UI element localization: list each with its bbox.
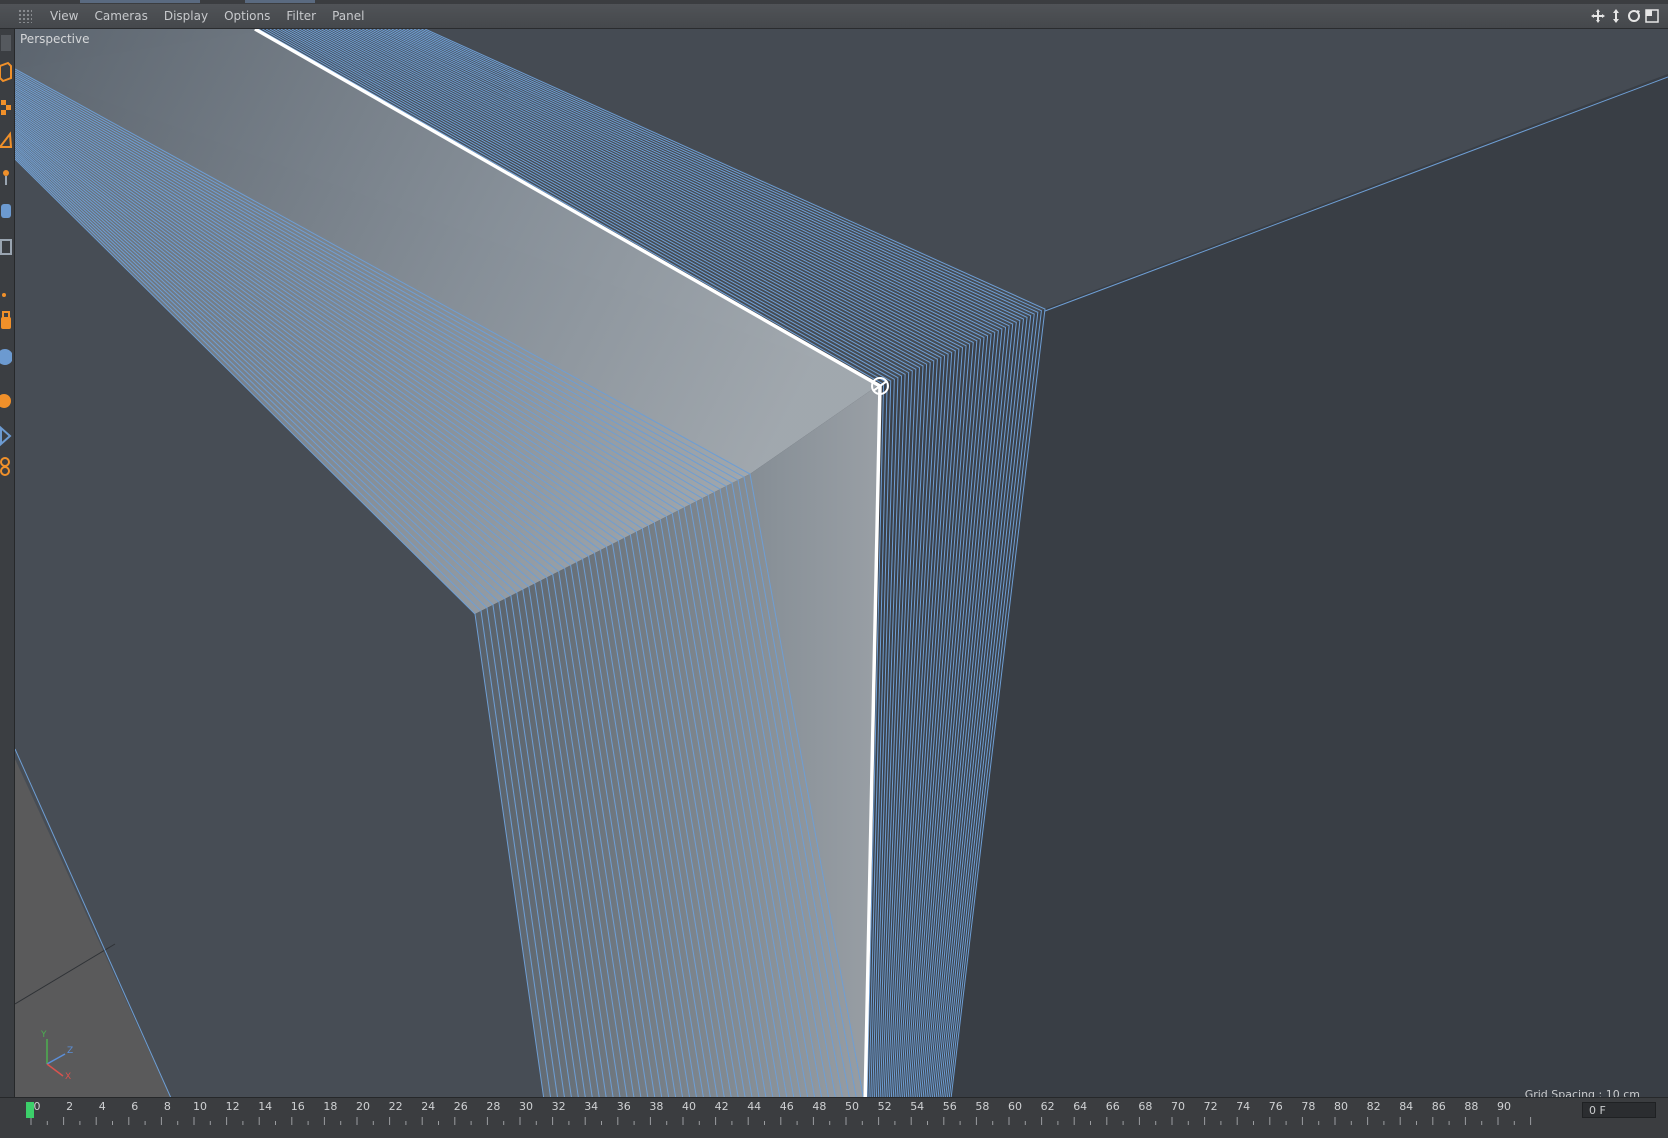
cylinder-icon[interactable] (0, 199, 12, 223)
light-icon[interactable] (0, 389, 12, 413)
spline-icon[interactable] (0, 454, 12, 478)
timeline-tick-label: 26 (453, 1100, 468, 1113)
timeline-tick-label: 42 (714, 1100, 729, 1113)
timeline-tick-label: 60 (1008, 1100, 1022, 1113)
menu-panel[interactable]: Panel (324, 9, 372, 23)
point-icon[interactable] (0, 165, 12, 189)
timeline-tick-label: 14 (258, 1100, 273, 1113)
timeline-tick-label: 2 (66, 1100, 74, 1113)
checker-icon[interactable] (0, 95, 12, 119)
timeline[interactable]: 0 2 4 6 8 10 12 14 16 18 20 22 24 26 28 30 32 34 36 38 40 42 4… (0, 1097, 1668, 1138)
timeline-tick-label: 62 (1040, 1100, 1055, 1113)
timeline-tick-label: 54 (910, 1100, 925, 1113)
timeline-tick-label: 72 (1203, 1100, 1218, 1113)
current-frame-field[interactable]: 0 F (1582, 1102, 1656, 1118)
timeline-tick-label: 34 (584, 1100, 599, 1113)
view-navigation-icons (1590, 8, 1660, 24)
timeline-tick-label: 44 (747, 1100, 762, 1113)
timeline-tick-label: 30 (519, 1100, 533, 1113)
menu-view[interactable]: View (42, 9, 86, 23)
viewport-menubar: View Cameras Display Options Filter Pane… (0, 4, 1668, 29)
timeline-tick-label: 64 (1073, 1100, 1088, 1113)
menu-filter[interactable]: Filter (278, 9, 324, 23)
top-tab[interactable] (245, 0, 315, 3)
camera-icon[interactable] (0, 424, 12, 448)
timeline-ruler[interactable] (0, 1098, 1668, 1138)
timeline-tick-label: 80 (1334, 1100, 1348, 1113)
panel-grip-icon[interactable] (18, 9, 32, 23)
box-icon[interactable] (0, 235, 12, 259)
timeline-tick-label: 52 (877, 1100, 892, 1113)
timeline-tick-label: 82 (1366, 1100, 1381, 1113)
timeline-tick-label: 50 (845, 1100, 859, 1113)
camera-label[interactable]: Perspective (20, 32, 90, 46)
timeline-tick-label: 68 (1138, 1100, 1153, 1113)
timeline-tick-label: 10 (193, 1100, 207, 1113)
timeline-tick-label: 66 (1105, 1100, 1120, 1113)
timeline-tick-label: 78 (1301, 1100, 1316, 1113)
timeline-tick-label: 22 (388, 1100, 403, 1113)
axis-x-label: X (65, 1072, 71, 1082)
3d-viewport[interactable]: Y Z X Perspective Grid Spacing : 10 cm (15, 29, 1668, 1107)
polygon-icon[interactable] (0, 129, 13, 153)
menu-display[interactable]: Display (156, 9, 216, 23)
timeline-tick-label: 40 (682, 1100, 696, 1113)
timeline-tick-label: 48 (812, 1100, 827, 1113)
rotate-view-icon[interactable] (1626, 8, 1642, 24)
snap-icon[interactable] (0, 279, 12, 303)
timeline-tick-label: 28 (486, 1100, 501, 1113)
timeline-tick-label: 84 (1399, 1100, 1414, 1113)
timeline-tick-label: 8 (163, 1100, 171, 1113)
timeline-tick-label: 90 (1497, 1100, 1511, 1113)
sphere-icon[interactable] (0, 345, 13, 369)
timeline-tick-label: 58 (975, 1100, 990, 1113)
timeline-tick-label: 88 (1464, 1100, 1479, 1113)
left-tool-palette (0, 29, 15, 1129)
timeline-tick-label: 74 (1236, 1100, 1251, 1113)
timeline-tick-label: 76 (1268, 1100, 1283, 1113)
timeline-tick-label: 6 (131, 1100, 139, 1113)
timeline-tick-label: 20 (356, 1100, 370, 1113)
timeline-tick-label: 86 (1431, 1100, 1446, 1113)
top-tab[interactable] (80, 0, 200, 3)
timeline-tick-label: 70 (1171, 1100, 1185, 1113)
timeline-playhead[interactable] (26, 1102, 34, 1118)
timeline-tick-label: 46 (779, 1100, 794, 1113)
menu-options[interactable]: Options (216, 9, 278, 23)
lock-icon[interactable] (0, 309, 12, 333)
timeline-tick-label: 32 (551, 1100, 566, 1113)
dolly-view-icon[interactable] (1608, 8, 1624, 24)
axis-y-label: Y (40, 1030, 47, 1040)
maximize-view-icon[interactable] (1644, 8, 1660, 24)
timeline-tick-label: 12 (225, 1100, 240, 1113)
tool-slot-icon[interactable] (0, 31, 12, 55)
menu-cameras[interactable]: Cameras (86, 9, 155, 23)
move-view-icon[interactable] (1590, 8, 1606, 24)
timeline-tick-label: 24 (421, 1100, 436, 1113)
axis-z-label: Z (67, 1046, 73, 1056)
timeline-tick-label: 36 (616, 1100, 631, 1113)
timeline-tick-label: 18 (323, 1100, 338, 1113)
cube-icon[interactable] (0, 60, 12, 84)
timeline-tick-label: 16 (290, 1100, 305, 1113)
timeline-tick-label: 4 (98, 1100, 106, 1113)
timeline-tick-label: 0 (33, 1100, 41, 1113)
viewport-canvas[interactable]: Y Z X (15, 29, 1668, 1107)
timeline-tick-label: 38 (649, 1100, 664, 1113)
timeline-tick-label: 56 (942, 1100, 957, 1113)
